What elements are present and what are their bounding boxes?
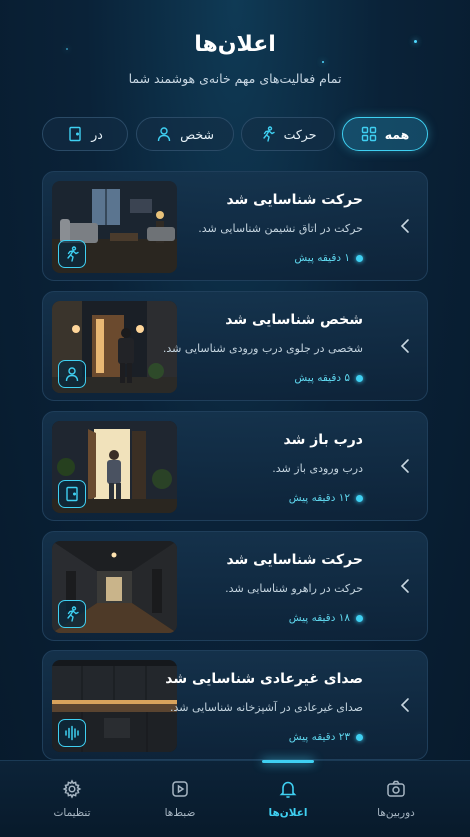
motion-badge <box>58 240 86 268</box>
status-dot <box>356 614 363 622</box>
door-icon <box>66 486 78 502</box>
person-icon <box>65 367 79 382</box>
filter-label: شخص <box>180 126 214 142</box>
gear-icon <box>62 779 82 799</box>
play-icon <box>172 781 188 797</box>
sparkle-icon <box>66 48 68 50</box>
notification-card[interactable]: درب باز شد درب ورودی باز شد. ۱۲ دقیقه پی… <box>42 411 428 521</box>
chevron-left-icon[interactable] <box>399 338 411 354</box>
bottom-nav: دوربین‌ها اعلان‌ها ضبط‌ها تنظیمات <box>0 760 470 837</box>
door-icon <box>69 126 81 142</box>
notification-card[interactable]: حرکت شناسایی شد حرکت در اتاق نشیمن شناسا… <box>42 171 428 281</box>
notification-time: ۱۸ دقیقه پیش <box>289 612 363 624</box>
time-label: ۱۸ دقیقه پیش <box>288 612 350 624</box>
sound-badge <box>58 719 86 747</box>
bell-icon <box>279 781 297 798</box>
grid-icon <box>361 126 376 142</box>
camera-icon <box>387 780 405 797</box>
status-dot <box>356 733 363 741</box>
filter-chip-door[interactable]: در <box>42 117 128 151</box>
notification-description: حرکت در راهرو شناسایی شد. <box>225 582 363 595</box>
running-person-icon <box>262 126 275 142</box>
notification-title: شخص شناسایی شد <box>225 312 363 328</box>
chevron-left-icon[interactable] <box>399 458 411 474</box>
notification-title: حرکت شناسایی شد <box>226 192 363 208</box>
sparkle-icon <box>414 40 417 43</box>
status-dot <box>356 494 363 502</box>
active-tab-indicator <box>262 760 314 763</box>
notification-time: ۵ دقیقه پیش <box>294 372 363 384</box>
notification-description: درب ورودی باز شد. <box>272 462 363 475</box>
filter-label: حرکت <box>283 126 317 142</box>
sound-wave-icon <box>65 725 79 741</box>
notification-description: شخصی در جلوی درب ورودی شناسایی شد. <box>162 342 363 355</box>
person-icon <box>157 127 171 142</box>
status-dot <box>356 374 363 382</box>
nav-item-notifications[interactable]: اعلان‌ها <box>248 779 328 819</box>
notification-title: صدای غیرعادی شناسایی شد <box>165 671 363 687</box>
filter-label: در <box>91 126 103 142</box>
page-subtitle: تمام فعالیت‌های مهم خانه‌ی هوشمند شما <box>128 71 342 86</box>
filter-label: همه <box>384 126 410 142</box>
notification-title: درب باز شد <box>283 432 364 448</box>
nav-label: تنظیمات <box>53 807 91 819</box>
nav-item-cameras[interactable]: دوربین‌ها <box>356 779 436 819</box>
nav-label: اعلان‌ها <box>268 807 308 819</box>
notification-time: ۱ دقیقه پیش <box>294 252 363 264</box>
filter-chip-all[interactable]: همه <box>342 117 428 151</box>
nav-item-settings[interactable]: تنظیمات <box>32 779 112 819</box>
notification-time: ۱۲ دقیقه پیش <box>289 492 363 504</box>
filter-bar: همه حرکت شخص در <box>42 117 428 153</box>
running-person-icon <box>67 606 79 622</box>
page-header: اعلان‌ها تمام فعالیت‌های مهم خانه‌ی هوشم… <box>0 0 470 110</box>
nav-label: دوربین‌ها <box>377 807 415 819</box>
notification-time: ۲۳ دقیقه پیش <box>289 731 363 743</box>
chevron-left-icon[interactable] <box>399 697 411 713</box>
chevron-left-icon[interactable] <box>399 578 411 594</box>
time-label: ۲۳ دقیقه پیش <box>288 731 350 743</box>
notification-description: صدای غیرعادی در آشپزخانه شناسایی شد. <box>170 701 363 714</box>
time-label: ۵ دقیقه پیش <box>294 372 350 384</box>
time-label: ۱ دقیقه پیش <box>294 252 350 264</box>
motion-badge <box>58 600 86 628</box>
nav-label: ضبط‌ها <box>164 807 196 819</box>
time-label: ۱۲ دقیقه پیش <box>288 492 350 504</box>
filter-chip-person[interactable]: شخص <box>136 117 234 151</box>
notification-card[interactable]: صدای غیرعادی شناسایی شد صدای غیرعادی در … <box>42 650 428 760</box>
notification-card[interactable]: شخص شناسایی شد شخصی در جلوی درب ورودی شن… <box>42 291 428 401</box>
status-dot <box>356 254 363 262</box>
sparkle-icon <box>322 61 324 63</box>
person-badge <box>58 360 86 388</box>
notification-title: حرکت شناسایی شد <box>226 552 363 568</box>
notification-card[interactable]: حرکت شناسایی شد حرکت در راهرو شناسایی شد… <box>42 531 428 641</box>
filter-chip-motion[interactable]: حرکت <box>241 117 335 151</box>
nav-item-recordings[interactable]: ضبط‌ها <box>140 779 220 819</box>
notification-description: حرکت در اتاق نشیمن شناسایی شد. <box>198 222 363 235</box>
page-title: اعلان‌ها <box>194 32 276 57</box>
running-person-icon <box>67 246 79 262</box>
chevron-left-icon[interactable] <box>399 218 411 234</box>
door-badge <box>58 480 86 508</box>
